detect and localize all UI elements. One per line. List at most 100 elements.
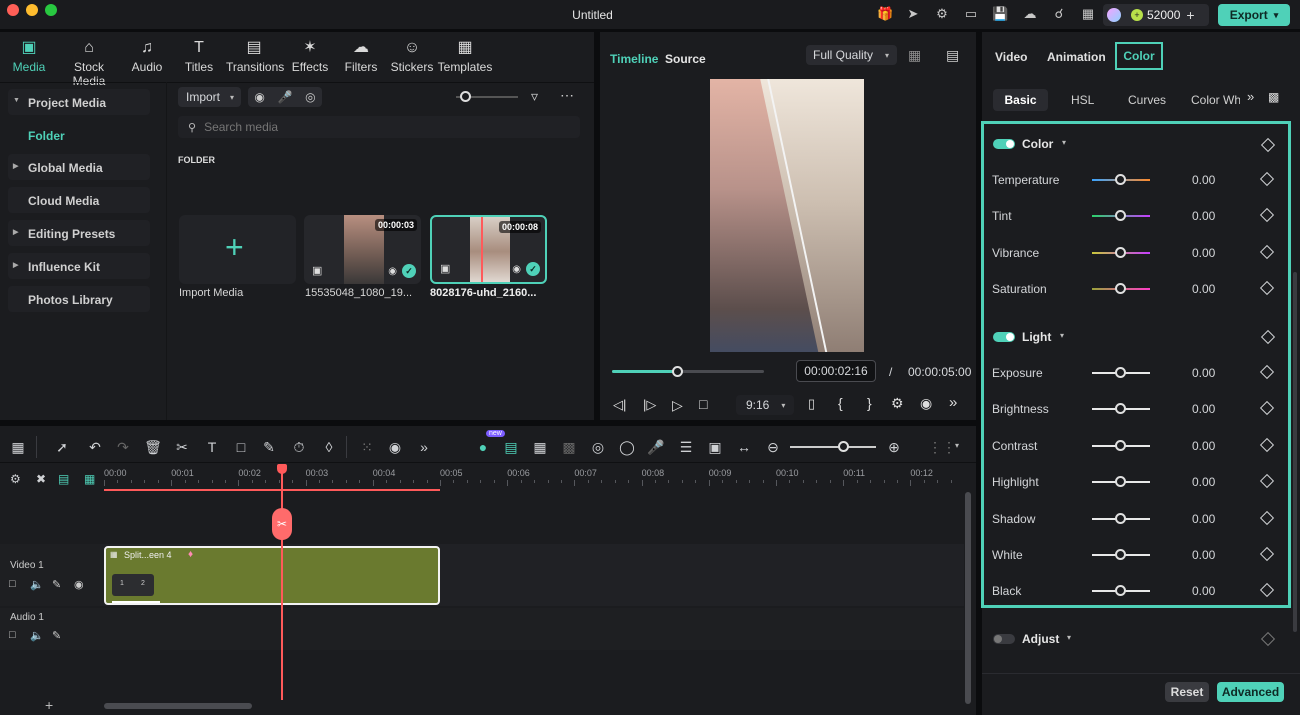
slider-knob[interactable] — [1115, 210, 1126, 222]
chevron-down-icon[interactable]: ▾ — [1062, 138, 1066, 147]
tab-timeline[interactable]: Timeline — [610, 52, 658, 66]
gift-icon[interactable]: 🎁 — [877, 6, 893, 22]
save-icon[interactable]: 💾 — [992, 6, 1008, 22]
current-time-field[interactable]: 00:00:02:16 — [796, 360, 876, 382]
keyframe-icon[interactable] — [1259, 510, 1275, 525]
tab-stock-media[interactable]: ⌂ Stock Media — [59, 38, 119, 88]
advanced-button[interactable]: Advanced — [1217, 682, 1284, 702]
volume-icon[interactable]: 🔈 — [30, 629, 44, 642]
tab-stickers[interactable]: ☺ Stickers — [384, 38, 440, 74]
avatar[interactable] — [1107, 8, 1121, 22]
vertical-scrollbar[interactable] — [965, 492, 971, 704]
chevron-down-icon[interactable]: ▾ — [1060, 331, 1064, 340]
add-credits-icon[interactable]: + — [1186, 7, 1194, 23]
tab-source[interactable]: Source — [665, 52, 706, 66]
tab-filters[interactable]: ☁ Filters — [333, 38, 389, 74]
slider-knob[interactable] — [1115, 585, 1126, 597]
next-frame-icon[interactable]: |▷ — [643, 397, 656, 413]
eye-icon[interactable]: ◉ — [74, 578, 84, 591]
keyframe-icon[interactable] — [1259, 474, 1275, 489]
slider-knob[interactable] — [460, 91, 471, 102]
aspect-ratio-dropdown[interactable]: 9:16 ▾ — [736, 395, 794, 415]
settings-icon[interactable]: ⚙ — [891, 395, 904, 412]
search-media-field[interactable]: ⚲ — [178, 116, 580, 138]
slider-knob[interactable] — [1115, 367, 1126, 378]
tab-titles[interactable]: T Titles — [171, 38, 227, 74]
slider-knob[interactable] — [1115, 549, 1126, 560]
grid-view-icon[interactable]: ▦ — [908, 47, 921, 64]
timeline-ruler[interactable]: 00:00 00:01 00:02 00:03 00:04 00:05 00:06 00:07… — [0, 426, 976, 486]
reset-button[interactable]: Reset — [1165, 682, 1209, 702]
slider-knob[interactable] — [1115, 439, 1126, 451]
keyframe-icon[interactable] — [1259, 208, 1275, 223]
mark-out-icon[interactable]: } — [867, 395, 872, 411]
slider-knob[interactable] — [1115, 403, 1126, 415]
tab-audio[interactable]: ♫ Audio — [119, 38, 175, 74]
keyframe-icon[interactable] — [1259, 401, 1275, 416]
credits-badge[interactable]: + 52000 + — [1103, 4, 1209, 26]
subtab-curves[interactable]: Curves — [1128, 89, 1166, 111]
record-screen-icon[interactable]: ◉ — [254, 90, 264, 104]
slider-value[interactable]: 0.00 — [1192, 548, 1215, 562]
color-toggle[interactable] — [993, 139, 1015, 149]
sidebar-folder[interactable]: Folder — [28, 129, 65, 143]
render-preview-icon[interactable]: ▯ — [808, 396, 815, 412]
properties-scrollbar[interactable] — [1293, 272, 1297, 632]
more-controls-icon[interactable]: » — [949, 394, 957, 411]
subtab-hsl[interactable]: HSL — [1071, 89, 1094, 111]
tab-effects[interactable]: ✶ Effects — [282, 38, 338, 74]
track-effect-icon[interactable]: ✎ — [52, 629, 61, 642]
subtab-basic[interactable]: Basic — [993, 89, 1048, 111]
tab-transitions[interactable]: ▤ Transitions — [226, 38, 284, 74]
mark-in-icon[interactable]: { — [838, 395, 843, 411]
tab-templates[interactable]: ▦ Templates — [437, 38, 493, 74]
volume-icon[interactable]: 🔈 — [30, 578, 44, 591]
tab-color[interactable]: Color — [1115, 42, 1163, 70]
split-screen-clip[interactable]: ▦ Split...een 4 ♦ 1 2 — [104, 546, 440, 605]
quality-dropdown[interactable]: Full Quality ▾ — [806, 45, 897, 65]
lock-icon[interactable]: □ — [9, 578, 16, 590]
media-item-clip-1[interactable]: 00:00:03 ▣ ◉ ✓ — [304, 215, 421, 284]
previous-frame-icon[interactable]: ◁| — [613, 397, 626, 413]
lock-icon[interactable]: □ — [9, 629, 16, 641]
slider-value[interactable]: 0.00 — [1192, 512, 1215, 526]
sidebar-influence-kit[interactable]: ▶ Influence Kit — [8, 253, 150, 279]
playback-progress-knob[interactable] — [672, 366, 684, 377]
slider-knob[interactable] — [1115, 476, 1126, 488]
layout-icon[interactable]: ▭ — [963, 6, 979, 22]
slider-knob[interactable] — [1115, 246, 1126, 258]
slider-value[interactable]: 0.00 — [1192, 402, 1215, 416]
audio-track-lane[interactable] — [100, 608, 964, 650]
search-input[interactable] — [204, 120, 565, 134]
sidebar-photos-library[interactable]: Photos Library — [8, 286, 150, 312]
keyframe-icon[interactable] — [1259, 281, 1275, 296]
slider-value[interactable]: 0.00 — [1192, 584, 1215, 598]
sidebar-global-media[interactable]: ▶ Global Media — [8, 154, 150, 180]
slider-value[interactable]: 0.00 — [1192, 173, 1215, 187]
adjust-toggle[interactable] — [993, 634, 1015, 644]
play-icon[interactable]: ▷ — [672, 397, 683, 414]
light-toggle[interactable] — [993, 332, 1015, 342]
slider-value[interactable]: 0.00 — [1192, 475, 1215, 489]
cloud-icon[interactable]: ☁ — [1022, 6, 1038, 22]
waveform-icon[interactable]: ▤ — [946, 47, 959, 64]
support-icon[interactable]: ⚙ — [934, 6, 950, 22]
keyframe-icon[interactable] — [1259, 437, 1275, 452]
import-dropdown[interactable]: Import ▾ — [178, 87, 241, 107]
keyframe-icon[interactable] — [1259, 546, 1275, 562]
sidebar-cloud-media[interactable]: Cloud Media — [8, 187, 150, 213]
track-effect-icon[interactable]: ✎ — [52, 578, 61, 591]
send-icon[interactable]: ➤ — [905, 6, 921, 22]
voiceover-icon[interactable]: ◎ — [305, 90, 315, 104]
save-preset-icon[interactable]: ▩ — [1268, 90, 1279, 104]
subtab-color-wheel[interactable]: Color Whe — [1191, 89, 1240, 111]
tab-video[interactable]: Video — [995, 50, 1027, 64]
slider-knob[interactable] — [1115, 512, 1126, 524]
keyframe-icon[interactable] — [1259, 583, 1275, 598]
keyframe-icon[interactable] — [1259, 244, 1275, 259]
apps-grid-icon[interactable]: ▦ — [1080, 6, 1096, 22]
media-item-clip-2[interactable]: 00:00:08 ▣ ◉ ✓ — [430, 215, 547, 284]
filter-icon[interactable]: ▿ — [531, 88, 538, 105]
stop-icon[interactable]: □ — [699, 396, 707, 412]
export-button[interactable]: Export ▾ — [1218, 4, 1290, 26]
